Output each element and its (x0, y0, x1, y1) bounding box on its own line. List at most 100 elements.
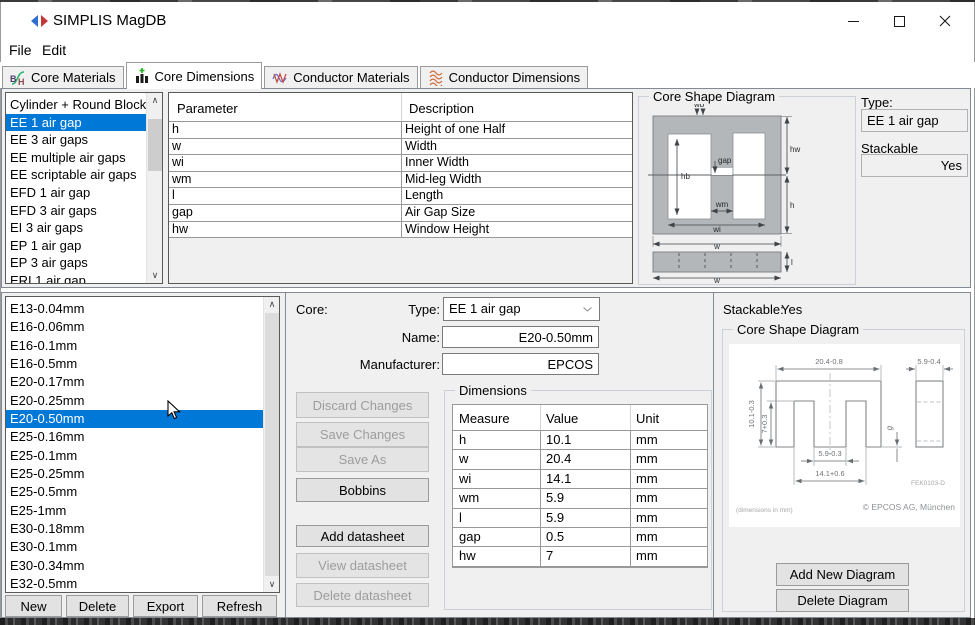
core-list-scrollbar[interactable]: ∧ ∨ (263, 297, 279, 592)
svg-text:wi: wi (712, 225, 721, 234)
svg-text:10.1-0.3: 10.1-0.3 (747, 400, 756, 428)
scrollbar-thumb[interactable] (265, 313, 279, 576)
form-button[interactable]: Discard Changes (296, 392, 429, 418)
list-button[interactable]: New (5, 595, 62, 617)
type-field-label: Type: (302, 302, 440, 317)
stackable-status-label: Stackable: (723, 302, 784, 317)
dimension-row[interactable]: w 20.4 mm (453, 450, 707, 469)
groupbox-title: Core Shape Diagram (649, 89, 779, 104)
svg-text:20.4-0.8: 20.4-0.8 (815, 357, 843, 366)
svg-text:gap: gap (718, 156, 732, 165)
tab-core-materials[interactable]: BH Core Materials (2, 66, 124, 88)
svg-text:(dimensions in mm): (dimensions in mm) (736, 507, 793, 514)
dimension-row[interactable]: l 5.9 mm (453, 509, 707, 528)
panel-divider (713, 293, 714, 617)
column-header-description: Description (409, 101, 474, 116)
scroll-down-icon[interactable]: ∨ (264, 577, 280, 592)
form-button[interactable]: Save As (296, 447, 429, 472)
tab-conductor-materials[interactable]: Conductor Materials (264, 66, 417, 88)
core-item[interactable]: E30-0.34mm (6, 557, 263, 575)
scroll-up-icon[interactable]: ∧ (147, 93, 163, 108)
core-type-item[interactable]: EFD 1 air gap (6, 184, 146, 202)
app-window: SIMPLIS MagDB File Edit BH Core Material… (0, 0, 975, 625)
core-type-item[interactable]: EI 3 air gaps (6, 219, 146, 237)
datasheet-button[interactable]: Add datasheet (296, 525, 429, 547)
core-item[interactable]: E25-0.25mm (6, 465, 263, 483)
dimension-row[interactable]: wm 5.9 mm (453, 489, 707, 508)
core-item[interactable]: E30-0.18mm (6, 520, 263, 538)
dimensions-table: Measure Value Unit h 10.1 mm w (452, 404, 708, 568)
dimension-row[interactable]: wi 14.1 mm (453, 470, 707, 489)
list-button[interactable]: Refresh (202, 595, 277, 617)
tab-core-dimensions[interactable]: Core Dimensions (126, 62, 263, 89)
core-item[interactable]: E16-0.06mm (6, 318, 263, 336)
svg-text:l: l (791, 258, 793, 267)
core-item[interactable]: E16-0.1mm (6, 337, 263, 355)
parameter-row: hw Window Height (169, 222, 632, 239)
list-button[interactable]: Delete (66, 595, 129, 617)
svg-text:FEK0103-D: FEK0103-D (911, 480, 945, 487)
core-editor-panel: E13-0.04mmE16-0.06mmE16-0.1mmE16-0.5mmE2… (1, 292, 971, 618)
minimize-button[interactable] (830, 2, 876, 40)
core-type-item[interactable]: Cylinder + Round Block (6, 96, 146, 114)
form-button[interactable]: Bobbins (296, 478, 429, 502)
list-button-row: NewDeleteExportRefresh (5, 595, 277, 617)
list-button[interactable]: Export (133, 595, 198, 617)
core-item[interactable]: E20-0.17mm (6, 373, 263, 391)
core-item[interactable]: E30-0.1mm (6, 538, 263, 556)
core-item[interactable]: E25-0.1mm (6, 447, 263, 465)
parameter-table-header: Parameter Description (169, 93, 632, 122)
parameter-row: wm Mid-leg Width (169, 172, 632, 189)
core-item[interactable]: E25-1mm (6, 502, 263, 520)
core-type-item[interactable]: EE 3 air gaps (6, 131, 146, 149)
delete-diagram-button[interactable]: Delete Diagram (776, 589, 909, 612)
core-type-select[interactable]: EE 1 air gap (443, 297, 600, 321)
titlebar: SIMPLIS MagDB (1, 2, 974, 40)
core-item[interactable]: E16-0.5mm (6, 355, 263, 373)
core-type-item[interactable]: EFD 3 air gaps (6, 202, 146, 220)
form-button[interactable]: Save Changes (296, 422, 429, 447)
type-field: EE 1 air gap (861, 109, 968, 132)
core-item[interactable]: E25-0.5mm (6, 483, 263, 501)
add-new-diagram-button[interactable]: Add New Diagram (776, 563, 909, 586)
selected-type: EE 1 air gap (449, 301, 521, 316)
tab-conductor-dimensions[interactable]: Conductor Dimensions (420, 66, 589, 88)
name-field[interactable] (442, 326, 599, 348)
manufacturer-field[interactable] (442, 353, 599, 375)
menu-bar: File Edit (1, 40, 974, 62)
datasheet-button[interactable]: View datasheet (296, 553, 429, 578)
scroll-down-icon[interactable]: ∨ (147, 268, 163, 283)
manufacturer-field-label: Manufacturer: (302, 357, 440, 372)
stackable-status-value: Yes (781, 302, 802, 317)
core-type-item[interactable]: EE scriptable air gaps (6, 166, 146, 184)
core-bars-plus-icon (134, 68, 150, 84)
core-type-item[interactable]: ERI 1 air gap (6, 272, 146, 284)
window-controls (830, 2, 968, 40)
scrollbar-thumb[interactable] (148, 119, 162, 171)
core-item[interactable]: E13-0.04mm (6, 300, 263, 318)
core-type-item[interactable]: EP 1 air gap (6, 237, 146, 255)
panel-divider (285, 293, 286, 617)
menu-file[interactable]: File (9, 42, 32, 58)
chevron-down-icon (583, 307, 592, 312)
tab-label: Conductor Dimensions (449, 70, 581, 85)
core-item[interactable]: E20-0.25mm (6, 392, 263, 410)
dimension-row[interactable]: hw 7 mm (453, 547, 707, 566)
core-type-item[interactable]: EE 1 air gap (6, 114, 146, 132)
dimension-row[interactable]: h 10.1 mm (453, 431, 707, 450)
core-item[interactable]: E25-0.16mm (6, 428, 263, 446)
close-button[interactable] (922, 2, 968, 40)
core-type-item[interactable]: EP 3 air gaps (6, 254, 146, 272)
dimension-row[interactable]: gap 0.5 mm (453, 528, 707, 547)
scroll-up-icon[interactable]: ∧ (264, 297, 280, 312)
svg-text:5.9-0.4: 5.9-0.4 (917, 357, 940, 366)
datasheet-button[interactable]: Delete datasheet (296, 583, 429, 607)
svg-text:14.1+0.6: 14.1+0.6 (815, 469, 844, 478)
svg-text:hw: hw (790, 145, 800, 154)
maximize-button[interactable] (876, 2, 922, 40)
core-item[interactable]: E20-0.50mm (6, 410, 263, 428)
core-type-scrollbar[interactable]: ∧ ∨ (146, 93, 162, 283)
core-item[interactable]: E32-0.5mm (6, 575, 263, 593)
menu-edit[interactable]: Edit (42, 42, 66, 58)
core-type-item[interactable]: EE multiple air gaps (6, 149, 146, 167)
